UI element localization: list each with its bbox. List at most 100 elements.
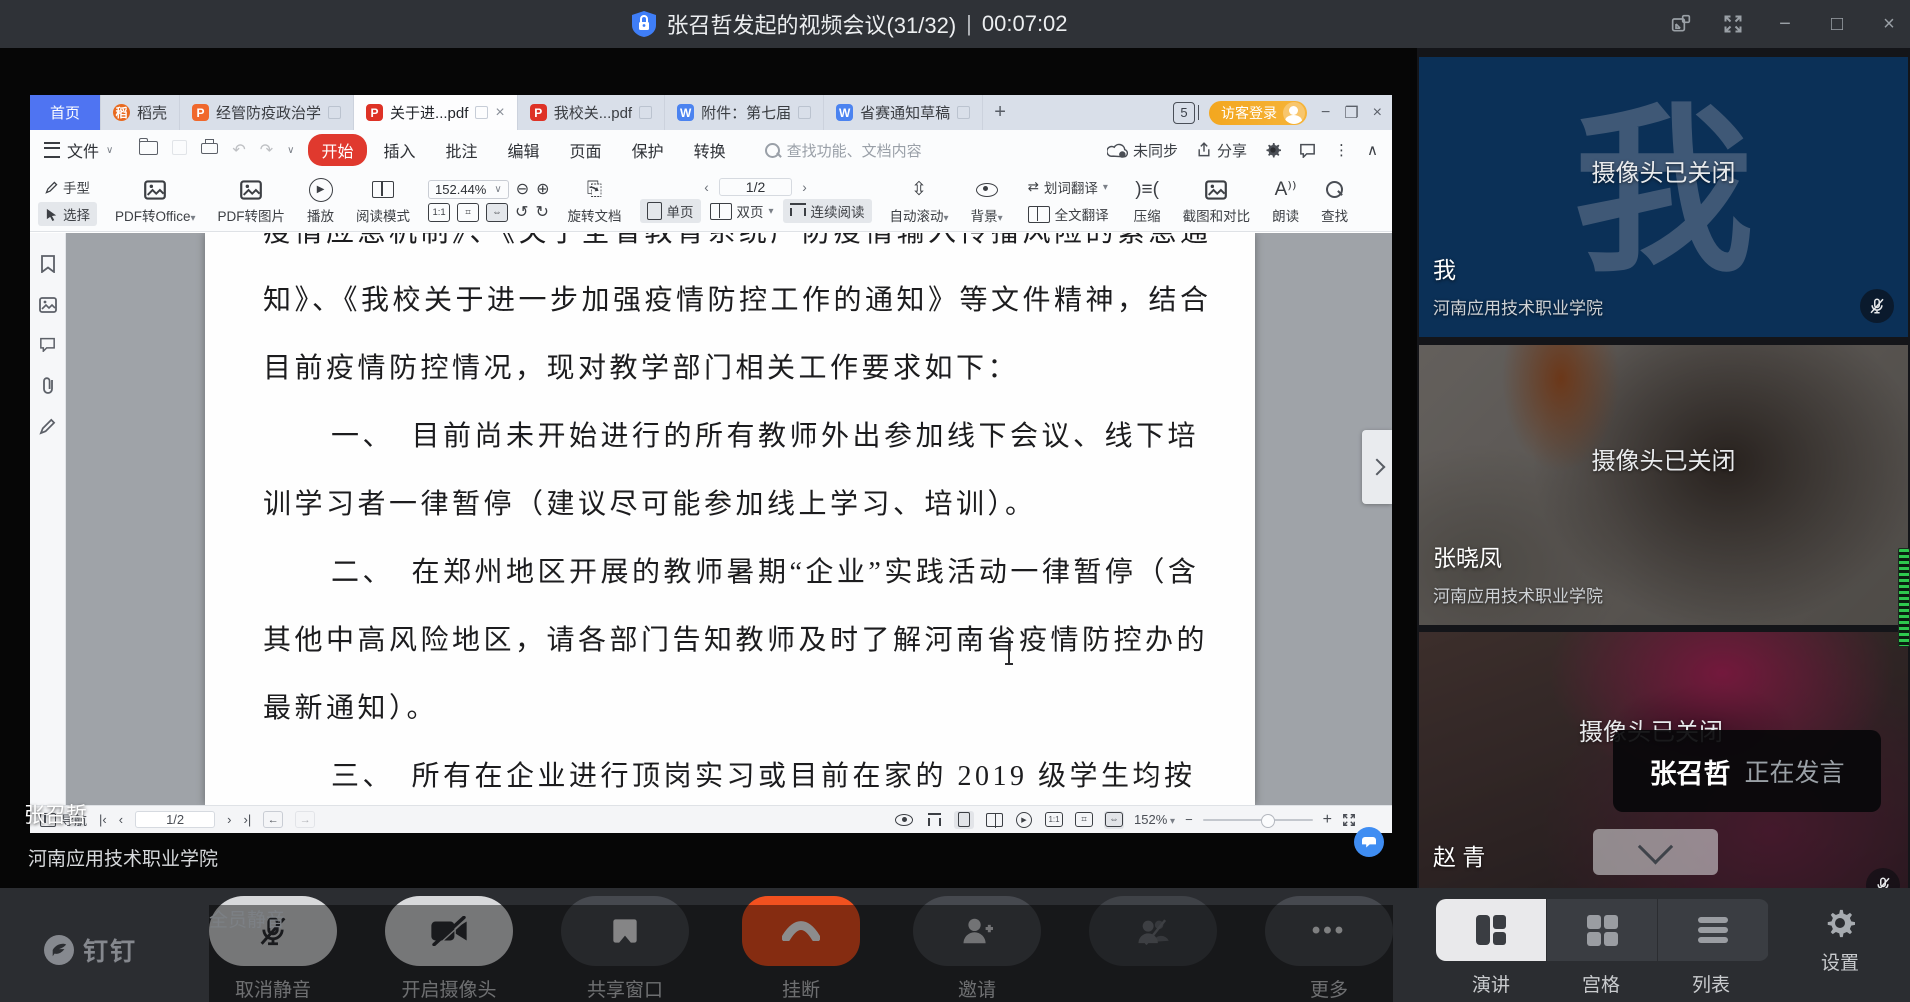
pop-out-window-icon[interactable] [1668,11,1694,37]
zoom-out-icon[interactable]: − [1185,812,1193,827]
background-button[interactable]: 背景▾ [967,175,1007,227]
hand-tool-button[interactable]: 手型 [38,175,97,199]
zoom-in-icon[interactable]: ⊕ [536,179,549,199]
fit-width-button[interactable]: ⇔ [486,203,508,222]
status-page-indicator[interactable]: 1/2 [135,811,215,828]
history-back-icon[interactable]: ← [263,811,283,828]
pin-tab-icon[interactable] [475,106,488,119]
pin-tab-icon[interactable] [798,106,811,119]
rotate-left-icon[interactable]: ↺ [515,202,528,222]
tab-doc-2[interactable]: W省赛通知草稿 [824,95,983,130]
redo-icon[interactable]: ↷ [260,140,273,160]
quick-access-more-icon[interactable]: ∨ [287,145,294,156]
compress-button[interactable]: )≡(压缩 [1130,175,1165,227]
zoom-out-icon[interactable]: ⊖ [516,179,529,199]
menu-page[interactable]: 页面 [557,134,615,166]
fullscreen-reading-icon[interactable] [1342,813,1356,827]
share-button[interactable]: 分享 [1196,140,1247,161]
prev-page-icon[interactable]: ‹ [704,180,709,195]
fit-page-icon[interactable]: ⌗ [1074,811,1094,829]
attachment-clip-icon[interactable] [40,376,56,394]
page-indicator[interactable]: 1/2 [719,178,792,196]
menu-comment[interactable]: 批注 [433,134,491,166]
word-translate-button[interactable]: ⇄划词翻译▾ [1021,175,1116,199]
pin-tab-icon[interactable] [957,106,970,119]
find-button[interactable]: 查找 [1317,175,1352,227]
open-file-icon[interactable] [139,141,158,160]
last-page-icon[interactable]: ›| [244,812,252,827]
view-list-button[interactable] [1658,899,1769,961]
prev-page-icon[interactable]: ‹ [119,812,123,827]
dingtalk-assistant-bubble[interactable] [1354,827,1384,857]
continuous-read-button[interactable]: 连续阅读 [783,199,872,223]
new-tab-button[interactable]: + [983,95,1017,130]
snapshot-compare-button[interactable]: 截图和对比 [1179,175,1255,227]
fit-page-button[interactable]: ⌗ [457,203,479,222]
actual-size-button[interactable]: 1:1 [428,203,450,222]
settings-gear-icon[interactable] [1265,142,1281,158]
tab-doc-1[interactable]: W附件：第七届 [665,95,824,130]
rotate-doc-button[interactable]: ⎘旋转文档 [564,175,626,227]
play-button[interactable]: ▶播放 [303,175,338,227]
close-button[interactable]: × [1876,11,1902,37]
pdf-to-image-button[interactable]: PDF转图片 [214,175,290,227]
first-page-icon[interactable]: |‹ [99,812,107,827]
bookmark-icon[interactable] [41,255,55,273]
menu-convert[interactable]: 转换 [681,134,739,166]
actual-size-icon[interactable]: 1:1 [1044,811,1064,829]
more-menu-icon[interactable]: ⋮ [1334,141,1349,159]
history-forward-icon[interactable]: → [295,811,315,828]
menu-insert[interactable]: 插入 [371,134,429,166]
mute-all-button[interactable]: 全员静音 [1089,896,1217,1002]
tab-home[interactable]: 首页 [30,95,101,130]
maximize-button[interactable]: □ [1824,11,1850,37]
guest-login-button[interactable]: 访客登录 [1209,101,1307,125]
feedback-bubble-icon[interactable] [1299,143,1316,158]
tab-ppt-doc[interactable]: P经管防疫政治学 [180,95,354,130]
minimize-button[interactable]: − [1772,11,1798,37]
pin-tab-icon[interactable] [639,106,652,119]
read-aloud-button[interactable]: A⁾⁾朗读 [1268,175,1303,227]
continuous-view-icon[interactable] [924,811,944,829]
menu-start[interactable]: 开始 [308,134,366,166]
menu-edit[interactable]: 编辑 [495,134,553,166]
view-speaker-button[interactable] [1436,899,1547,961]
double-page-button[interactable]: 双页▾ [703,199,781,223]
signature-pen-icon[interactable] [39,418,56,435]
rotate-right-icon[interactable]: ↻ [535,202,548,222]
wps-minimize-button[interactable]: − [1321,104,1330,122]
close-tab-icon[interactable]: × [495,104,504,122]
save-icon[interactable] [172,140,187,160]
auto-scroll-button[interactable]: ⇳自动滚动▾ [886,175,953,227]
wps-restore-button[interactable]: ❐ [1344,103,1358,123]
next-page-icon[interactable]: › [802,180,807,195]
collapse-ribbon-icon[interactable]: ∧ [1367,141,1378,159]
next-page-icon[interactable]: › [227,812,231,827]
status-zoom-dropdown[interactable]: 152% ▾ [1134,812,1175,827]
single-page-button[interactable]: 单页 [640,199,701,223]
zoom-in-icon[interactable]: + [1323,811,1332,829]
file-menu[interactable]: 文件∨ [30,138,125,162]
tab-pdf-2[interactable]: P我校关...pdf [518,95,665,130]
fullscreen-icon[interactable] [1720,11,1746,37]
participant-tile-3[interactable]: 摄像头已关闭 赵 青 张召哲 正在发言 [1419,632,1908,888]
settings-button[interactable]: 设置 [1810,908,1870,975]
command-search[interactable]: 查找功能、文档内容 [765,140,922,161]
export-image-icon[interactable] [39,297,57,313]
comment-bubble-icon[interactable] [39,337,56,352]
eye-protect-icon[interactable] [894,811,914,829]
full-translate-button[interactable]: 全文翻译 [1021,202,1116,226]
tab-count-badge[interactable]: 5 [1173,102,1195,124]
wps-close-button[interactable]: × [1373,104,1382,122]
read-mode-button[interactable]: 阅读模式 [352,175,414,227]
zoom-value-dropdown[interactable]: 152.44%∨ [428,180,509,199]
participant-tile-self[interactable]: 我 摄像头已关闭 我 河南应用技术职业学院 [1419,57,1908,337]
play-view-icon[interactable]: ▶ [1014,811,1034,829]
fit-width-icon[interactable]: ⇔ [1104,811,1124,829]
view-grid-button[interactable] [1547,899,1658,961]
zoom-slider[interactable] [1203,819,1313,821]
double-page-view-icon[interactable] [984,811,1004,829]
collapse-participants-button[interactable] [1593,829,1718,875]
pdf-to-office-button[interactable]: PDF转Office▾ [111,175,200,227]
cloud-sync-status[interactable]: 未同步 [1107,140,1178,161]
